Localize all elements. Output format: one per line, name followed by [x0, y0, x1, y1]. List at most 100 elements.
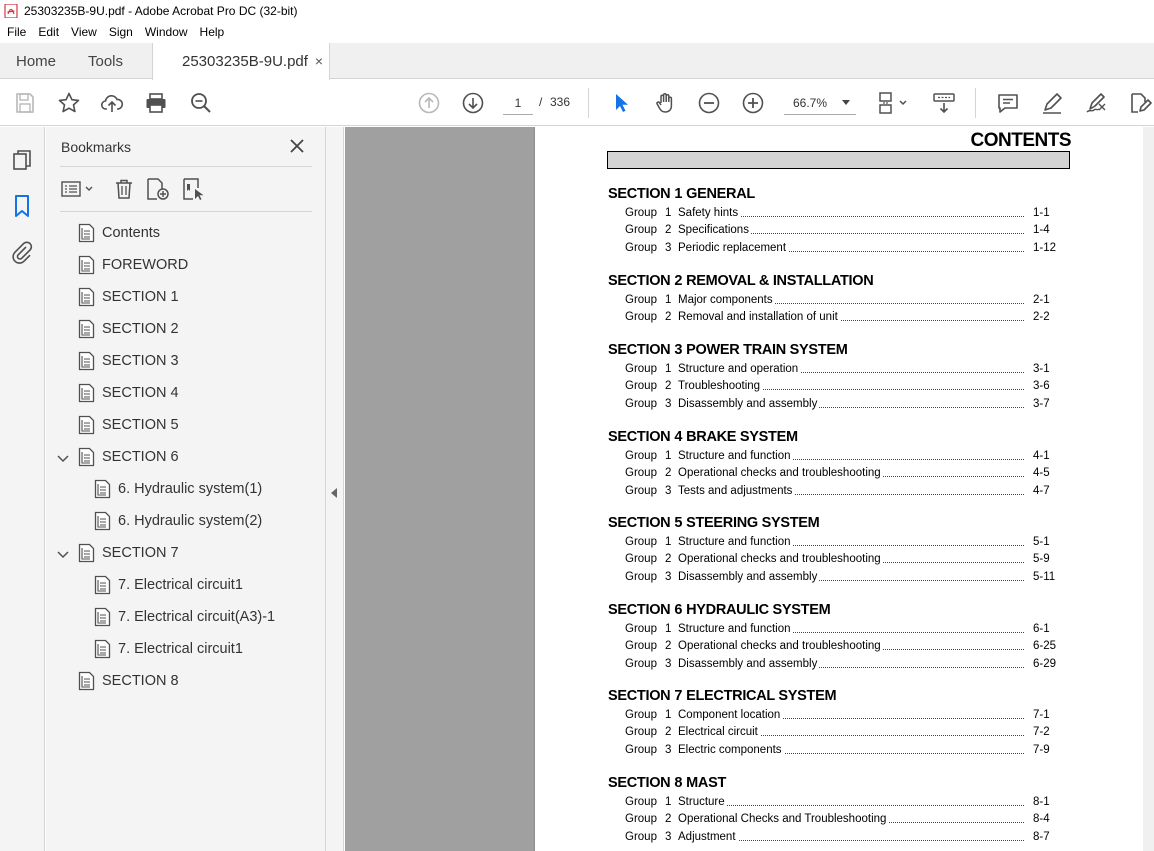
scroll-mode-icon[interactable] — [932, 91, 956, 115]
group-page: 8-1 — [1033, 796, 1050, 808]
previous-page-icon[interactable] — [417, 91, 441, 115]
comment-icon[interactable] — [996, 91, 1020, 115]
group-number: 1 — [665, 709, 672, 721]
toc-group-row[interactable]: Group 3 Adjustment 8-7 — [608, 829, 1068, 846]
toc-group-row[interactable]: Group 2 Removal and installation of unit 2-… — [608, 309, 1068, 326]
tab-document[interactable]: 25303235B-9U.pdf × — [152, 43, 330, 80]
toc-group-row[interactable]: Group 1 Safety hints 1-1 — [608, 205, 1068, 222]
toc-group-row[interactable]: Group 3 Disassembly and assembly 5-11 — [608, 569, 1068, 586]
toc-group-row[interactable]: Group 1 Structure and function 4-1 — [608, 448, 1068, 465]
zoom-search-icon[interactable] — [189, 91, 213, 115]
section-title: BRAKE SYSTEM — [686, 429, 798, 445]
toc-group-row[interactable]: Group 2 Operational Checks and Troubleshoo… — [608, 811, 1068, 828]
document-viewport[interactable]: CONTENTS SECTION 1 GENERAL Group 1 Safety hin… — [345, 127, 1154, 851]
section-number: 6 — [674, 602, 683, 618]
menu-file[interactable]: File — [0, 25, 32, 39]
zoom-level-select[interactable]: 66.7% — [784, 91, 856, 115]
contents-heading: CONTENTS — [970, 130, 1072, 151]
tab-tools[interactable]: Tools — [88, 43, 123, 79]
bookmark-item[interactable]: 7. Electrical circuit(A3)-1 — [94, 603, 275, 631]
toc-group-row[interactable]: Group 2 Specifications 1-4 — [608, 222, 1068, 239]
menu-edit[interactable]: Edit — [32, 25, 65, 39]
group-title: Disassembly and assembly — [678, 570, 820, 583]
group-number: 3 — [665, 570, 672, 583]
bookmark-item[interactable]: 7. Electrical circuit1 — [94, 635, 243, 663]
new-bookmark-icon[interactable] — [145, 177, 171, 201]
tab-home[interactable]: Home — [16, 43, 56, 79]
chevron-down-icon[interactable] — [57, 550, 69, 560]
save-icon[interactable] — [13, 91, 37, 115]
toc-group-row[interactable]: Group 3 Tests and adjustments 4-7 — [608, 483, 1068, 500]
find-bookmark-icon[interactable] — [181, 177, 207, 201]
toc-group-row[interactable]: Group 3 Disassembly and assembly 3-7 — [608, 396, 1068, 413]
bookmark-item[interactable]: FOREWORD — [78, 251, 188, 279]
menu-view[interactable]: View — [65, 25, 103, 39]
edit-pdf-icon[interactable] — [1128, 91, 1152, 115]
bookmark-item[interactable]: SECTION 1 — [78, 283, 179, 311]
group-number: 3 — [665, 484, 672, 497]
group-page: 4-7 — [1033, 484, 1050, 497]
navigation-pane-strip — [0, 127, 45, 851]
toc-group-row[interactable]: Group 1 Structure 8-1 — [608, 794, 1068, 811]
toc-group-row[interactable]: Group 2 Troubleshooting 3-6 — [608, 378, 1068, 395]
bookmark-item[interactable]: SECTION 6 — [78, 443, 179, 471]
zoom-out-icon[interactable] — [697, 91, 721, 115]
next-page-icon[interactable] — [461, 91, 485, 115]
bookmark-page-icon — [78, 319, 95, 339]
group-title: Operational Checks and Troubleshooting — [678, 813, 889, 826]
toc-group-row[interactable]: Group 1 Structure and function 6-1 — [608, 621, 1068, 638]
toc-group-row[interactable]: Group 2 Operational checks and troubleshoo… — [608, 551, 1068, 568]
toc-group-row[interactable]: Group 1 Structure and operation 3-1 — [608, 361, 1068, 378]
group-title: Electric components — [678, 743, 784, 756]
section-number: 8 — [674, 775, 683, 791]
attachment-icon[interactable] — [10, 240, 34, 264]
bookmark-item[interactable]: 7. Electrical circuit1 — [94, 571, 243, 599]
bookmark-label: 6. Hydraulic system(1) — [118, 481, 263, 497]
toc-group-row[interactable]: Group 3 Electric components 7-9 — [608, 742, 1068, 759]
bookmark-item[interactable]: SECTION 7 — [78, 539, 179, 567]
hand-tool-icon[interactable] — [653, 91, 677, 115]
page-number-input[interactable]: 1 — [503, 91, 533, 115]
group-word: Group — [625, 553, 657, 566]
group-page: 4-1 — [1033, 450, 1050, 462]
page-thumbnails-icon[interactable] — [10, 148, 34, 172]
highlight-pen-icon[interactable] — [1040, 91, 1064, 115]
star-icon[interactable] — [57, 91, 81, 115]
delete-bookmark-icon[interactable] — [112, 177, 136, 201]
bookmark-item[interactable]: SECTION 4 — [78, 379, 179, 407]
toc-group-row[interactable]: Group 3 Periodic replacement 1-12 — [608, 240, 1068, 257]
close-tab-icon[interactable]: × — [315, 53, 323, 69]
fill-sign-icon[interactable] — [1084, 91, 1108, 115]
page-fit-icon[interactable] — [876, 91, 912, 115]
toc-group-row[interactable]: Group 1 Major components 2-1 — [608, 292, 1068, 309]
bookmark-icon[interactable] — [10, 194, 34, 218]
toc-group-row[interactable]: Group 1 Structure and function 5-1 — [608, 534, 1068, 551]
bookmark-options-icon[interactable] — [60, 177, 96, 201]
chevron-down-icon[interactable] — [57, 454, 69, 464]
bookmark-item[interactable]: SECTION 2 — [78, 315, 179, 343]
collapse-panel-handle[interactable] — [326, 127, 344, 851]
section-number: 7 — [674, 688, 683, 704]
toc-group-row[interactable]: Group 2 Electrical circuit 7-2 — [608, 724, 1068, 741]
menu-window[interactable]: Window — [139, 25, 194, 39]
bookmark-item[interactable]: Contents — [78, 219, 160, 247]
toc-group-row[interactable]: Group 2 Operational checks and troubleshoo… — [608, 638, 1068, 655]
bookmark-item[interactable]: SECTION 3 — [78, 347, 179, 375]
bookmark-item[interactable]: 6. Hydraulic system(2) — [94, 507, 262, 535]
zoom-in-icon[interactable] — [741, 91, 765, 115]
vertical-scrollbar[interactable] — [1143, 127, 1154, 851]
toc-group-row[interactable]: Group 2 Operational checks and troubleshoo… — [608, 465, 1068, 482]
print-icon[interactable] — [144, 91, 168, 115]
menu-help[interactable]: Help — [194, 25, 231, 39]
bookmark-item[interactable]: SECTION 8 — [78, 667, 179, 695]
bookmark-item[interactable]: 6. Hydraulic system(1) — [94, 475, 262, 503]
toc-group-row[interactable]: Group 1 Component location 7-1 — [608, 707, 1068, 724]
bookmark-item[interactable]: SECTION 5 — [78, 411, 179, 439]
close-icon[interactable] — [289, 138, 305, 154]
select-cursor-icon[interactable] — [609, 91, 633, 115]
menu-sign[interactable]: Sign — [103, 25, 139, 39]
toc-group-row[interactable]: Group 3 Disassembly and assembly 6-29 — [608, 656, 1068, 673]
cloud-upload-icon[interactable] — [100, 91, 124, 115]
total-pages: 336 — [550, 95, 571, 109]
section-label: SECTION — [608, 775, 671, 791]
